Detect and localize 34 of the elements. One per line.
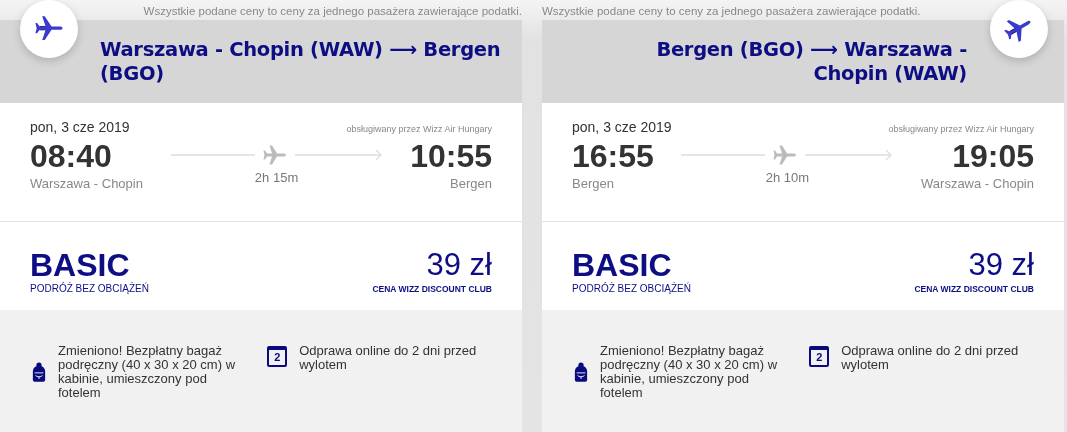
operator-text: obsługiwany przez Wizz Air Hungary [346, 124, 492, 134]
calendar-icon: 2 [809, 346, 830, 367]
fare-subtitle: PODRÓŻ BEZ OBCIĄŻEŃ [30, 283, 149, 294]
arrival-city: Bergen [449, 176, 492, 191]
price-notice: Wszystkie podane ceny to ceny za jednego pasażera zawierające podatki. [542, 4, 922, 19]
departure-city: Bergen [572, 176, 615, 191]
feature-text: Odprawa online do 2 dni przed wylotem [841, 344, 1020, 372]
departure-time: 16:55 [572, 137, 654, 175]
departure-city: Warszawa - Chopin [30, 176, 143, 191]
feature-text: Zmieniono! Bezpłatny bagaż podręczny (40 x 30 x 20 cm) w kabinie, umieszczony pod fotelem [58, 344, 237, 400]
price-note: CENA WIZZ DISCOUNT CLUB [372, 284, 492, 294]
calendar-icon: 2 [267, 346, 288, 367]
flight-duration: 2h 10m [765, 170, 810, 185]
price: 39 zł [425, 248, 492, 282]
flight-duration: 2h 15m [254, 170, 299, 185]
route-title: Warszawa - Chopin (WAW) ⟶ Bergen (BGO) [100, 38, 502, 87]
price: 39 zł [967, 248, 1034, 282]
operator-text: obsługiwany przez Wizz Air Hungary [888, 124, 1034, 134]
fare-subtitle: PODRÓŻ BEZ OBCIĄŻEŃ [572, 283, 691, 294]
backpack-icon [32, 362, 46, 382]
backpack-icon [574, 362, 588, 382]
feature-text: Odprawa online do 2 dni przed wylotem [299, 344, 478, 372]
feature-text: Zmieniono! Bezpłatny bagaż podręczny (40 x 30 x 20 cm) w kabinie, umieszczony pod fotelem [600, 344, 779, 400]
route-title: Bergen (BGO) ⟶ Warszawa - Chopin (WAW) [655, 38, 967, 87]
arrival-city: Warszawa - Chopin [921, 176, 1034, 191]
arrival-time: 10:55 [410, 137, 492, 175]
departure-time: 08:40 [30, 137, 113, 175]
flight-date: pon, 3 cze 2019 [30, 119, 130, 135]
arrival-time: 19:05 [951, 137, 1034, 175]
price-note: CENA WIZZ DISCOUNT CLUB [914, 284, 1034, 294]
price-notice: Wszystkie podane ceny to ceny za jednego pasażera zawierające podatki. [142, 4, 522, 19]
fare-name: BASIC [30, 248, 130, 282]
fare-name: BASIC [572, 248, 672, 282]
flight-date: pon, 3 cze 2019 [572, 119, 672, 135]
